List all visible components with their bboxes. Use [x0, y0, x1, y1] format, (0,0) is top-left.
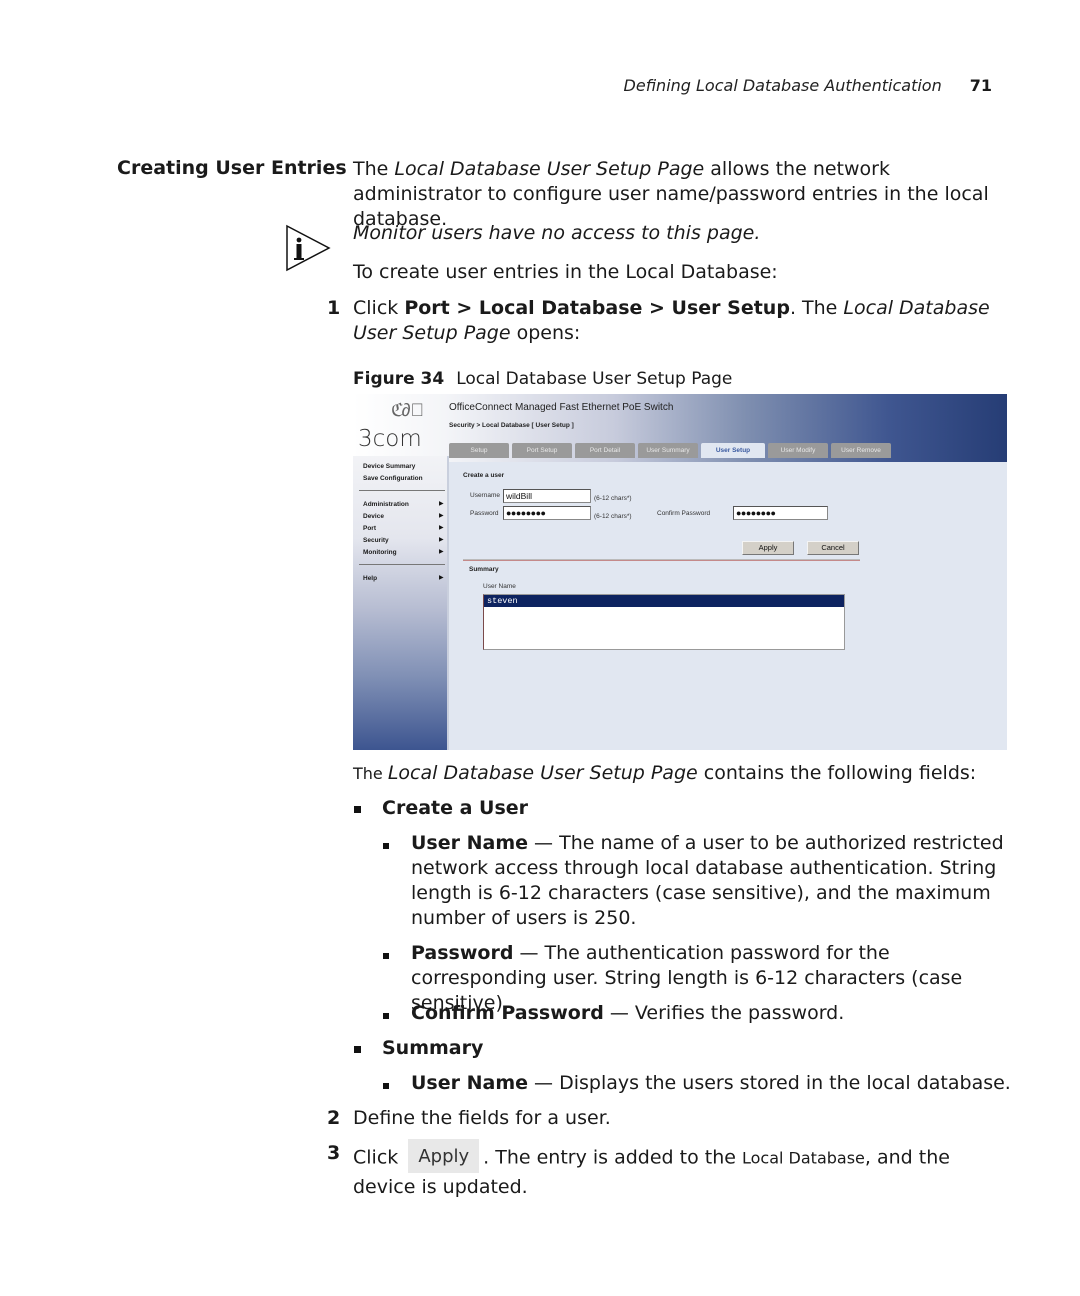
- nav-divider: [359, 564, 445, 565]
- field-description: User Name — The name of a user to be aut…: [411, 831, 1011, 931]
- figure-caption-text: Local Database User Setup Page: [456, 369, 733, 389]
- logo-swirl-icon: ℭ∂⃝: [391, 400, 424, 420]
- intro-pre: The: [353, 158, 395, 180]
- nav-device[interactable]: Device: [363, 513, 384, 520]
- field-name: Confirm Password: [411, 1002, 604, 1024]
- field-description: User Name — Displays the users stored in…: [411, 1071, 1011, 1096]
- field-name: User Name: [411, 832, 529, 854]
- username-hint: (6-12 chars*): [594, 495, 632, 502]
- chevron-right-icon: ▶: [439, 513, 444, 519]
- figure-caption: Figure 34 Local Database User Setup Page: [353, 367, 1013, 392]
- chevron-right-icon: ▶: [439, 575, 444, 581]
- list-item[interactable]: steven: [484, 595, 844, 607]
- password-hint: (6-12 chars*): [594, 513, 632, 520]
- info-note-icon: [286, 224, 331, 272]
- fields-intro-italic: Local Database User Setup Page: [387, 762, 698, 784]
- step-1-mid: . The: [789, 297, 844, 319]
- step-3-mid: . The entry is added to the: [483, 1146, 742, 1169]
- bullet-icon: [354, 806, 361, 813]
- create-user-heading: Create a user: [463, 472, 505, 479]
- nav-device-summary[interactable]: Device Summary: [363, 463, 415, 470]
- page-number: 71: [969, 76, 992, 95]
- summary-heading: Summary: [469, 566, 499, 573]
- password-input[interactable]: ●●●●●●●●: [503, 506, 591, 520]
- step-number: 3: [327, 1142, 341, 1164]
- intro-italic: Local Database User Setup Page: [394, 158, 705, 180]
- figure-label: Figure 34: [353, 369, 445, 389]
- breadcrumb: Security > Local Database [ User Setup ]: [449, 422, 574, 429]
- user-list[interactable]: steven: [483, 594, 845, 650]
- bullet-icon: [383, 953, 389, 959]
- fields-intro: The Local Database User Setup Page conta…: [353, 761, 1013, 786]
- bullet-icon: [383, 1083, 389, 1089]
- tab-setup[interactable]: Setup: [449, 443, 509, 458]
- step-number: 2: [327, 1107, 341, 1129]
- step-3-text: Click Apply. The entry is added to the L…: [353, 1139, 1013, 1200]
- section-divider: [463, 559, 860, 561]
- cancel-button[interactable]: Cancel: [807, 541, 859, 555]
- nav-administration[interactable]: Administration: [363, 501, 409, 508]
- password-label: Password: [470, 510, 499, 517]
- lead-paragraph: To create user entries in the Local Data…: [353, 261, 778, 283]
- tab-user-setup[interactable]: User Setup: [701, 443, 765, 458]
- tab-bar: Setup Port Setup Port Detail User Summar…: [449, 443, 891, 458]
- tab-user-summary[interactable]: User Summary: [638, 443, 698, 458]
- fields-intro-pre: The: [353, 764, 388, 783]
- chevron-right-icon: ▶: [439, 525, 444, 531]
- field-group-title: Create a User: [382, 797, 529, 819]
- tab-port-detail[interactable]: Port Detail: [575, 443, 635, 458]
- step-1-pre: Click: [353, 297, 405, 319]
- note-text: Monitor users have no access to this pag…: [353, 222, 761, 244]
- section-title: Creating User Entries: [117, 157, 347, 179]
- field-name: Password: [411, 942, 514, 964]
- running-head-title: Defining Local Database Authentication: [623, 76, 942, 95]
- step-1-post: opens:: [510, 322, 581, 344]
- confirm-password-label: Confirm Password: [657, 510, 711, 517]
- figure-screenshot: ℭ∂⃝ 3com OfficeConnect Managed Fast Ethe…: [353, 394, 1007, 750]
- field-desc: — Displays the users stored in the local…: [528, 1072, 1011, 1094]
- nav-help[interactable]: Help: [363, 575, 377, 582]
- step-2-text: Define the fields for a user.: [353, 1107, 611, 1129]
- left-nav: Device Summary Save Configuration Admini…: [353, 456, 449, 750]
- nav-port[interactable]: Port: [363, 525, 376, 532]
- apply-button[interactable]: Apply: [742, 541, 794, 555]
- confirm-password-input[interactable]: ●●●●●●●●: [733, 506, 828, 520]
- nav-divider: [359, 490, 445, 491]
- step-number: 1: [327, 297, 341, 319]
- nav-monitoring[interactable]: Monitoring: [363, 549, 397, 556]
- step-1-text: Click Port > Local Database > User Setup…: [353, 296, 1013, 346]
- bullet-icon: [354, 1046, 361, 1053]
- running-head: Defining Local Database Authentication 71: [600, 76, 992, 95]
- tab-port-setup[interactable]: Port Setup: [512, 443, 572, 458]
- fields-intro-post: contains the following fields:: [697, 762, 977, 784]
- bullet-icon: [383, 1013, 389, 1019]
- apply-button-image: Apply: [408, 1139, 480, 1173]
- step-1-path: Port > Local Database > User Setup: [404, 297, 790, 319]
- chevron-right-icon: ▶: [439, 537, 444, 543]
- summary-column-header: User Name: [483, 583, 516, 590]
- username-label: Username: [470, 492, 500, 499]
- tab-user-modify[interactable]: User Modify: [768, 443, 828, 458]
- field-name: User Name: [411, 1072, 529, 1094]
- chevron-right-icon: ▶: [439, 549, 444, 555]
- field-desc: — Verifies the password.: [603, 1002, 845, 1024]
- tab-user-remove[interactable]: User Remove: [831, 443, 891, 458]
- chevron-right-icon: ▶: [439, 501, 444, 507]
- nav-save-configuration[interactable]: Save Configuration: [363, 475, 423, 482]
- username-input[interactable]: wildBill: [503, 489, 591, 503]
- product-title: OfficeConnect Managed Fast Ethernet PoE …: [449, 402, 674, 413]
- step-3-small: Local Database: [742, 1148, 865, 1168]
- bullet-icon: [383, 843, 389, 849]
- field-group-title: Summary: [382, 1037, 484, 1059]
- field-description: Confirm Password — Verifies the password…: [411, 1001, 1011, 1026]
- brand-logo: 3com: [358, 426, 422, 452]
- step-3-pre: Click: [353, 1146, 405, 1169]
- nav-security[interactable]: Security: [363, 537, 389, 544]
